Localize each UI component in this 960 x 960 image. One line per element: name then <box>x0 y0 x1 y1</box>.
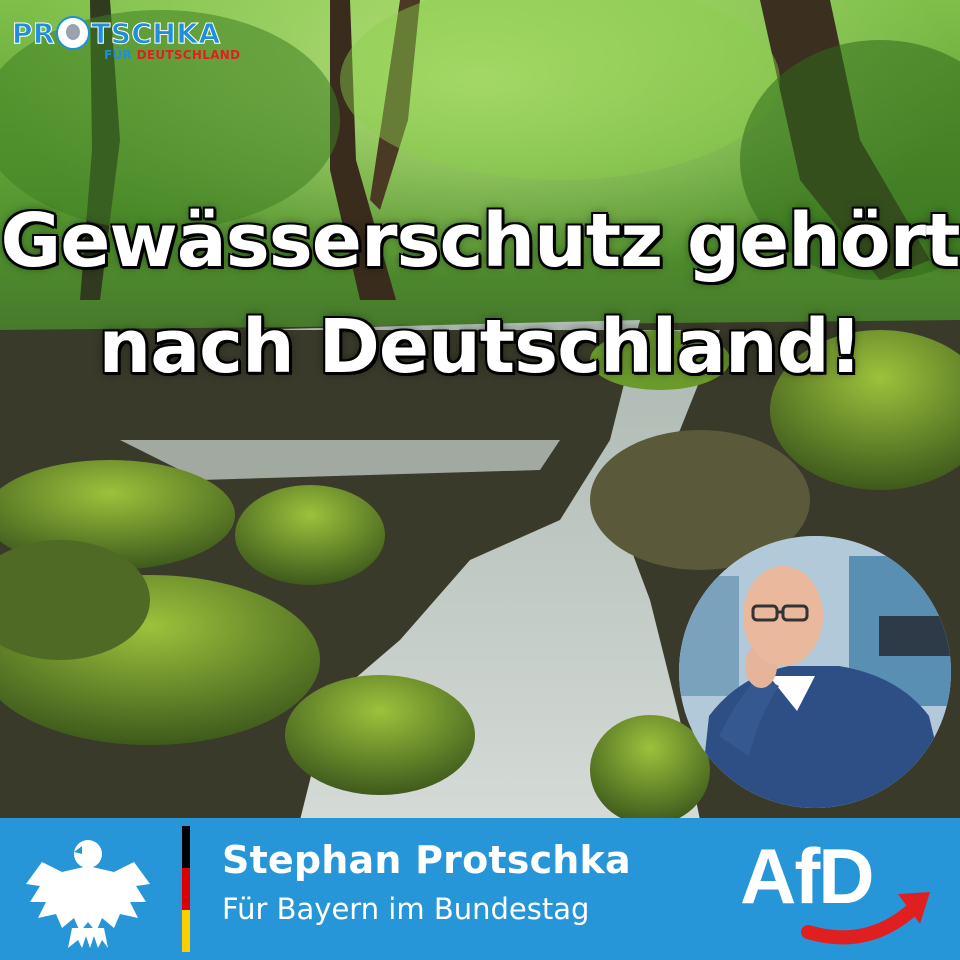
afd-logo: AfD <box>738 832 938 950</box>
logo-subtitle: FÜR DEUTSCHLAND <box>104 48 240 62</box>
headline-line-2: nach Deutschland! <box>98 304 863 390</box>
headline: Gewässerschutz gehört nach Deutschland! <box>0 188 960 400</box>
german-flag-stripe <box>182 826 190 952</box>
protschka-logo: PR TSCHKA FÜR DEUTSCHLAND <box>11 16 240 62</box>
portrait-badge-icon <box>56 16 91 50</box>
logo-wordmark: PR TSCHKA <box>11 16 240 50</box>
headline-line-1: Gewässerschutz gehört <box>0 198 960 284</box>
logo-word-left: PR <box>11 16 56 50</box>
logo-sub-deutschland: DEUTSCHLAND <box>136 48 241 62</box>
politician-tagline: Für Bayern im Bundestag <box>222 892 590 926</box>
portrait-image <box>679 536 951 808</box>
footer-banner: Stephan Protschka Für Bayern im Bundesta… <box>0 818 960 960</box>
afd-arrow-icon <box>801 892 930 945</box>
politician-name: Stephan Protschka <box>222 838 631 882</box>
logo-word-right: TSCHKA <box>91 16 221 50</box>
politician-portrait <box>679 536 951 808</box>
social-post-card: PR TSCHKA FÜR DEUTSCHLAND Gewässerschutz… <box>0 0 960 960</box>
logo-sub-fuer: FÜR <box>104 48 133 62</box>
federal-eagle-icon <box>26 840 150 948</box>
